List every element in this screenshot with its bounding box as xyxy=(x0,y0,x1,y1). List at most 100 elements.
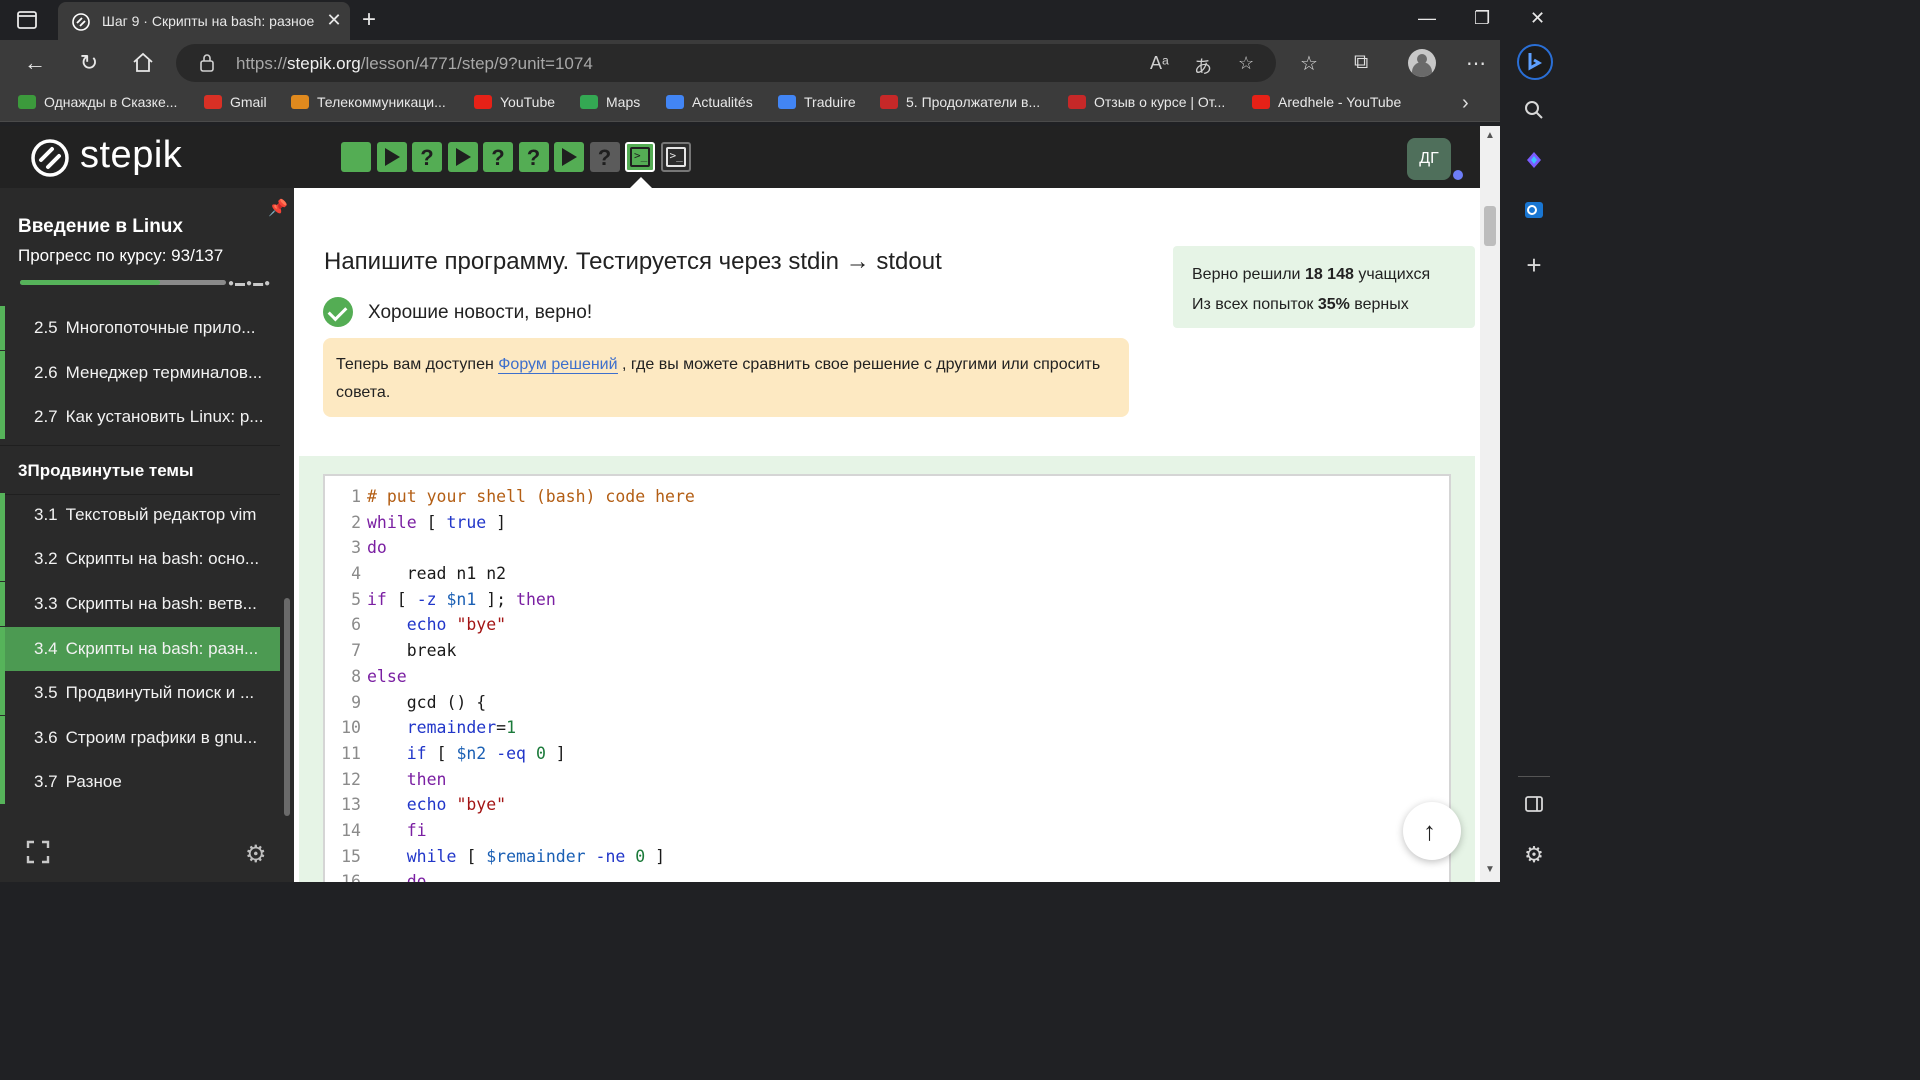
settings-icon[interactable]: ⚙ xyxy=(245,840,267,869)
browser-tab[interactable]: Шаг 9 · Скрипты на bash: разное ✕ xyxy=(58,2,350,40)
toc-lesson[interactable]: 3.1 Текстовый редактор vim xyxy=(0,492,280,537)
code-line[interactable]: do xyxy=(367,869,695,882)
hide-sidebar-icon[interactable] xyxy=(1522,792,1546,816)
code-token: if xyxy=(367,589,387,609)
step-8-button[interactable]: ? xyxy=(589,142,620,172)
toc-lesson[interactable]: 3.5 Продвинутый поиск и ... xyxy=(0,671,280,716)
question-icon: ? xyxy=(526,145,541,170)
fullscreen-icon[interactable] xyxy=(26,840,50,864)
code-line[interactable]: if [ -z $n1 ]; then xyxy=(367,587,695,613)
profile-avatar[interactable] xyxy=(1408,49,1436,77)
code-line[interactable]: gcd () { xyxy=(367,690,695,716)
code-line[interactable]: while [ true ] xyxy=(367,510,695,536)
add-favorite-icon[interactable]: ☆ xyxy=(1238,53,1254,74)
code-line[interactable]: while [ $remainder -ne 0 ] xyxy=(367,844,695,870)
new-tab-icon[interactable]: + xyxy=(362,6,376,34)
url-field[interactable]: https://stepik.org/lesson/4771/step/9?un… xyxy=(176,44,1276,82)
bookmark-item[interactable]: Aredhele - YouTube xyxy=(1252,94,1401,114)
back-icon[interactable]: ← xyxy=(22,50,48,76)
progress-label: Прогресс по курсу: 93/137 xyxy=(18,246,224,265)
code-line[interactable]: read n1 n2 xyxy=(367,561,695,587)
code-line[interactable]: then xyxy=(367,767,695,793)
sidebar-settings-icon[interactable]: ⚙ xyxy=(1522,842,1546,867)
page-scrollbar[interactable]: ▲ ▼ xyxy=(1480,126,1500,882)
bookmark-item[interactable]: Maps xyxy=(580,94,640,114)
solutions-forum-link[interactable]: Форум решений xyxy=(498,356,618,374)
copilot-icon[interactable] xyxy=(1522,148,1546,172)
reload-icon[interactable]: ↻ xyxy=(76,50,102,76)
bookmark-item[interactable]: Однажды в Сказке... xyxy=(18,94,177,114)
bookmark-item[interactable]: Traduire xyxy=(778,94,856,114)
collections-icon[interactable]: ⧉ xyxy=(1354,51,1368,74)
code-line[interactable]: # put your shell (bash) code here xyxy=(367,484,695,510)
tab-actions-icon[interactable] xyxy=(16,9,38,31)
code-line[interactable]: else xyxy=(367,664,695,690)
toc-lesson[interactable]: 3.7 Разное xyxy=(0,760,280,805)
code-text[interactable]: # put your shell (bash) code here while [… xyxy=(367,484,695,882)
close-tab-icon[interactable]: ✕ xyxy=(324,10,344,31)
code-token: $n1 xyxy=(446,589,477,609)
toc-lesson[interactable]: 3.3 Скрипты на bash: ветв... xyxy=(0,582,280,626)
toc-lesson[interactable]: 2.7 Как установить Linux: р... xyxy=(0,395,280,440)
toc-label: Продвинутый поиск и ... xyxy=(65,683,255,703)
toc-lesson[interactable]: 2.5 Многопоточные прило... xyxy=(0,306,280,350)
more-menu-icon[interactable]: ⋯ xyxy=(1466,51,1486,76)
step-7-button[interactable] xyxy=(554,142,584,172)
code-line[interactable]: do xyxy=(367,535,695,561)
minimize-icon[interactable]: — xyxy=(1418,8,1436,29)
code-token: ] xyxy=(486,512,507,532)
user-avatar[interactable]: ДГ xyxy=(1407,138,1451,180)
bookmark-item[interactable]: 5. Продолжатели в... xyxy=(880,94,1040,114)
bookmark-item[interactable]: Отзыв о курсе | От... xyxy=(1068,94,1225,114)
page-scrollbar-thumb[interactable] xyxy=(1484,206,1496,246)
read-aloud-icon[interactable]: A͏ᵃ xyxy=(1150,53,1169,74)
toc-lesson[interactable]: 3.2 Скрипты на bash: осно... xyxy=(0,537,280,582)
code-editor[interactable]: 1 2 3 4 5 6 7 8 9 10 11 12 13 14 15 16 # put your shell… xyxy=(323,474,1451,882)
step-5-button[interactable]: ? xyxy=(483,142,513,172)
code-line[interactable]: fi xyxy=(367,818,695,844)
bookmark-item[interactable]: YouTube xyxy=(474,94,555,114)
scroll-down-icon[interactable]: ▼ xyxy=(1485,864,1495,875)
sidebar-scrollbar[interactable] xyxy=(284,598,290,816)
step-10-button[interactable]: >_ xyxy=(660,142,691,172)
scroll-to-top-button[interactable]: ↑ xyxy=(1403,802,1461,860)
toc-lesson[interactable]: 2.6 Менеджер терминалов... xyxy=(0,350,280,395)
step-2-button[interactable] xyxy=(376,142,407,172)
close-window-icon[interactable]: ✕ xyxy=(1530,8,1545,29)
line-number: 12 xyxy=(341,769,361,789)
code-line[interactable]: echo "bye" xyxy=(367,792,695,818)
lock-icon[interactable] xyxy=(198,53,216,73)
bookmark-item[interactable]: Телекоммуникаци... xyxy=(291,94,446,114)
course-title[interactable]: Введение в Linux xyxy=(18,216,183,238)
line-number: 13 xyxy=(341,795,361,815)
scroll-up-icon[interactable]: ▲ xyxy=(1485,130,1495,141)
step-1-button[interactable] xyxy=(341,142,371,172)
bing-chat-icon[interactable] xyxy=(1517,44,1553,80)
code-token: echo xyxy=(406,795,447,815)
pin-icon[interactable]: 📌 xyxy=(268,198,288,218)
stepik-logo-icon[interactable] xyxy=(30,138,70,178)
more-bookmarks-icon[interactable]: › xyxy=(1462,92,1469,115)
favorites-icon[interactable]: ☆ xyxy=(1300,51,1318,76)
code-line[interactable]: remainder=1 xyxy=(367,715,695,741)
toc-lesson-active[interactable]: 3.4 Скрипты на bash: разн... xyxy=(0,626,280,671)
code-line[interactable]: echo "bye" xyxy=(367,612,695,638)
code-line[interactable]: break xyxy=(367,638,695,664)
terminal-icon: >_ xyxy=(630,147,650,167)
outlook-icon[interactable] xyxy=(1522,198,1546,222)
translate-icon[interactable]: あ xyxy=(1194,53,1212,79)
step-6-button[interactable]: ? xyxy=(518,142,549,172)
add-sidebar-app-icon[interactable]: + xyxy=(1522,250,1546,280)
toc-lesson[interactable]: 3.6 Строим графики в gnu... xyxy=(0,715,280,760)
bookmark-item[interactable]: Gmail xyxy=(204,94,267,114)
bookmark-item[interactable]: Actualités xyxy=(666,94,753,114)
toc-section[interactable]: 3Продвинутые темы xyxy=(0,444,280,495)
stepik-logo-text[interactable]: stepik xyxy=(80,134,182,177)
step-3-button[interactable]: ? xyxy=(412,142,442,172)
search-icon[interactable] xyxy=(1522,98,1546,122)
home-icon[interactable] xyxy=(130,50,156,76)
step-4-button[interactable] xyxy=(447,142,478,172)
step-9-button[interactable]: >_ xyxy=(625,142,655,172)
code-line[interactable]: if [ $n2 -eq 0 ] xyxy=(367,741,695,767)
restore-icon[interactable]: ❐ xyxy=(1474,8,1490,29)
